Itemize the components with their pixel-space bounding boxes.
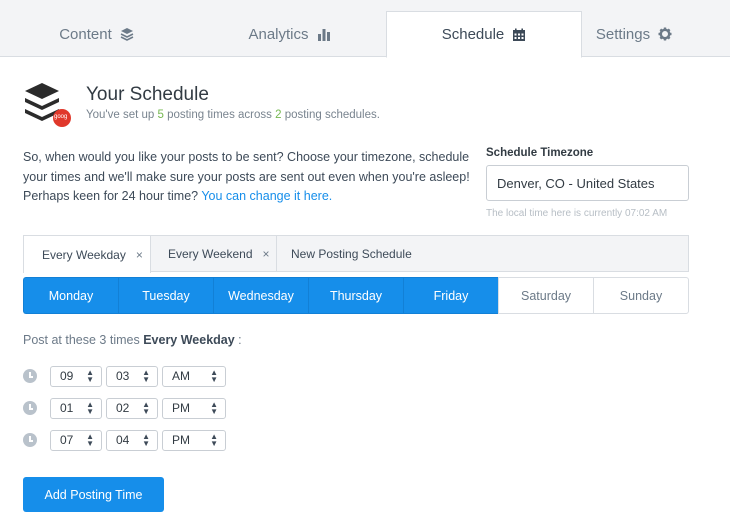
timezone-label: Schedule Timezone: [486, 147, 594, 159]
select-arrows-icon: ▲ ▼: [142, 400, 150, 416]
close-icon[interactable]: ×: [136, 248, 143, 262]
day-monday[interactable]: Monday: [23, 277, 119, 314]
tab-schedule[interactable]: Schedule: [386, 11, 582, 58]
clock-icon: [23, 433, 37, 447]
hour-select[interactable]: 07 ▲ ▼: [50, 429, 102, 451]
schedule-tab-label: Every Weekday: [42, 247, 126, 262]
top-nav: Content Analytics Schedule Settings: [0, 0, 730, 58]
select-arrows-icon: ▲ ▼: [142, 432, 150, 448]
hour-select[interactable]: 09 ▲ ▼: [50, 365, 102, 387]
tab-schedule-label: Schedule: [441, 26, 505, 43]
minute-select[interactable]: 04 ▲ ▼: [106, 429, 158, 451]
bar-chart-icon: [317, 27, 331, 41]
schedule-tab-label: New Posting Schedule: [291, 246, 412, 261]
day-sunday[interactable]: Sunday: [593, 277, 689, 314]
select-arrows-icon: ▲ ▼: [210, 432, 218, 448]
intro-text: So, when would you like your posts to be…: [23, 148, 473, 207]
calendar-icon: [512, 28, 526, 42]
tab-settings[interactable]: Settings: [582, 11, 686, 57]
schedule-tabs: Every Weekday × Every Weekend × New Post…: [23, 235, 689, 273]
posting-time-row: 07 ▲ ▼ 04 ▲ ▼ PM ▲ ▼: [23, 429, 230, 451]
tab-analytics[interactable]: Analytics: [193, 11, 386, 57]
day-wednesday[interactable]: Wednesday: [213, 277, 309, 314]
ampm-select[interactable]: PM ▲ ▼: [162, 429, 226, 451]
day-saturday[interactable]: Saturday: [498, 277, 594, 314]
add-posting-time-button[interactable]: Add Posting Time: [23, 477, 164, 512]
tab-analytics-label: Analytics: [248, 25, 309, 43]
posting-times-heading: Post at these 3 times Every Weekday :: [23, 333, 242, 347]
tab-settings-label: Settings: [595, 25, 651, 43]
select-arrows-icon: ▲ ▼: [210, 368, 218, 384]
select-arrows-icon: ▲ ▼: [142, 368, 150, 384]
clock-icon: [23, 401, 37, 415]
tab-content-label: Content: [59, 25, 112, 43]
select-arrows-icon: ▲ ▼: [210, 400, 218, 416]
schedule-tab-every-weekend[interactable]: Every Weekend ×: [151, 235, 277, 272]
minute-select[interactable]: 02 ▲ ▼: [106, 397, 158, 419]
ampm-select[interactable]: AM ▲ ▼: [162, 365, 226, 387]
posting-time-row: 01 ▲ ▼ 02 ▲ ▼ PM ▲ ▼: [23, 397, 230, 419]
day-selector: Monday Tuesday Wednesday Thursday Friday…: [23, 277, 689, 314]
clock-icon: [23, 369, 37, 383]
hour-select[interactable]: 01 ▲ ▼: [50, 397, 102, 419]
schedule-summary: You've set up 5 posting times across 2 p…: [86, 109, 380, 121]
day-friday[interactable]: Friday: [403, 277, 499, 314]
select-arrows-icon: ▲ ▼: [86, 432, 94, 448]
logo-badge-text: goog: [54, 114, 68, 120]
day-tuesday[interactable]: Tuesday: [118, 277, 214, 314]
page-title: Your Schedule: [86, 84, 209, 105]
local-time-note: The local time here is currently 07:02 A…: [486, 208, 668, 219]
schedule-tab-every-weekday[interactable]: Every Weekday ×: [23, 235, 151, 273]
select-arrows-icon: ▲ ▼: [86, 368, 94, 384]
select-arrows-icon: ▲ ▼: [86, 400, 94, 416]
buffer-logo: goog: [23, 81, 75, 129]
change-time-format-link[interactable]: You can change it here.: [201, 189, 332, 203]
minute-select[interactable]: 03 ▲ ▼: [106, 365, 158, 387]
new-posting-schedule-tab[interactable]: New Posting Schedule: [277, 235, 437, 272]
intro-paragraph: So, when would you like your posts to be…: [23, 150, 470, 184]
ampm-select[interactable]: PM ▲ ▼: [162, 397, 226, 419]
schedule-tab-label: Every Weekend: [168, 246, 253, 261]
layers-icon: [120, 27, 134, 41]
posting-time-row: 09 ▲ ▼ 03 ▲ ▼ AM ▲ ▼: [23, 365, 230, 387]
gear-icon: [658, 27, 672, 41]
timezone-input[interactable]: [486, 165, 689, 201]
tab-content[interactable]: Content: [0, 11, 193, 57]
hour-format-line: Perhaps keen for 24 hour time? You can c…: [23, 189, 333, 203]
day-thursday[interactable]: Thursday: [308, 277, 404, 314]
close-icon[interactable]: ×: [263, 247, 270, 261]
